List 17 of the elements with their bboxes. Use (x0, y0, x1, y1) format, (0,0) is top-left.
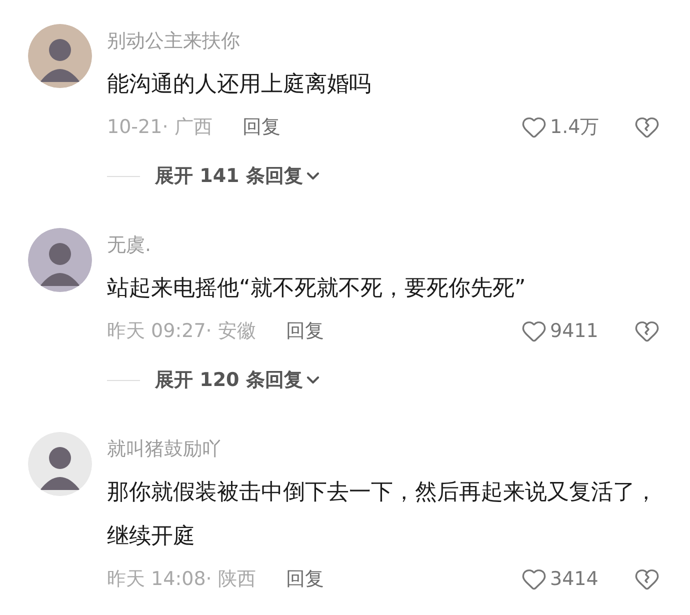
like-count: 1.4万 (550, 114, 600, 140)
username[interactable]: 就叫猪鼓励吖 (107, 435, 221, 463)
reply-button[interactable]: 回复 (242, 112, 280, 142)
comment-text: 能沟通的人还用上庭离婚吗 (107, 71, 372, 99)
reply-button[interactable]: 回复 (286, 564, 324, 594)
comment-meta: 昨天 14:08· 陕西 (107, 566, 256, 592)
comment-text: 站起来电摇他“就不死就不死，要死你先死” (107, 275, 527, 303)
reply-button[interactable]: 回复 (286, 316, 324, 346)
like-count: 9411 (550, 318, 600, 344)
username[interactable]: 别动公主来扶你 (107, 27, 240, 55)
username[interactable]: 无虞. (107, 231, 152, 259)
comment-text: 那你就假装被击中倒下去一下，然后再起来说又复活了，继续开庭 (107, 479, 658, 551)
expand-replies-button[interactable]: 展开 141 条回复 (155, 162, 323, 190)
comment-meta: 昨天 09:27· 安徽 (107, 318, 256, 344)
like-count: 3414 (550, 566, 600, 592)
comment-meta: 10-21· 广西 (107, 114, 212, 140)
expand-replies-button[interactable]: 展开 120 条回复 (155, 366, 323, 394)
